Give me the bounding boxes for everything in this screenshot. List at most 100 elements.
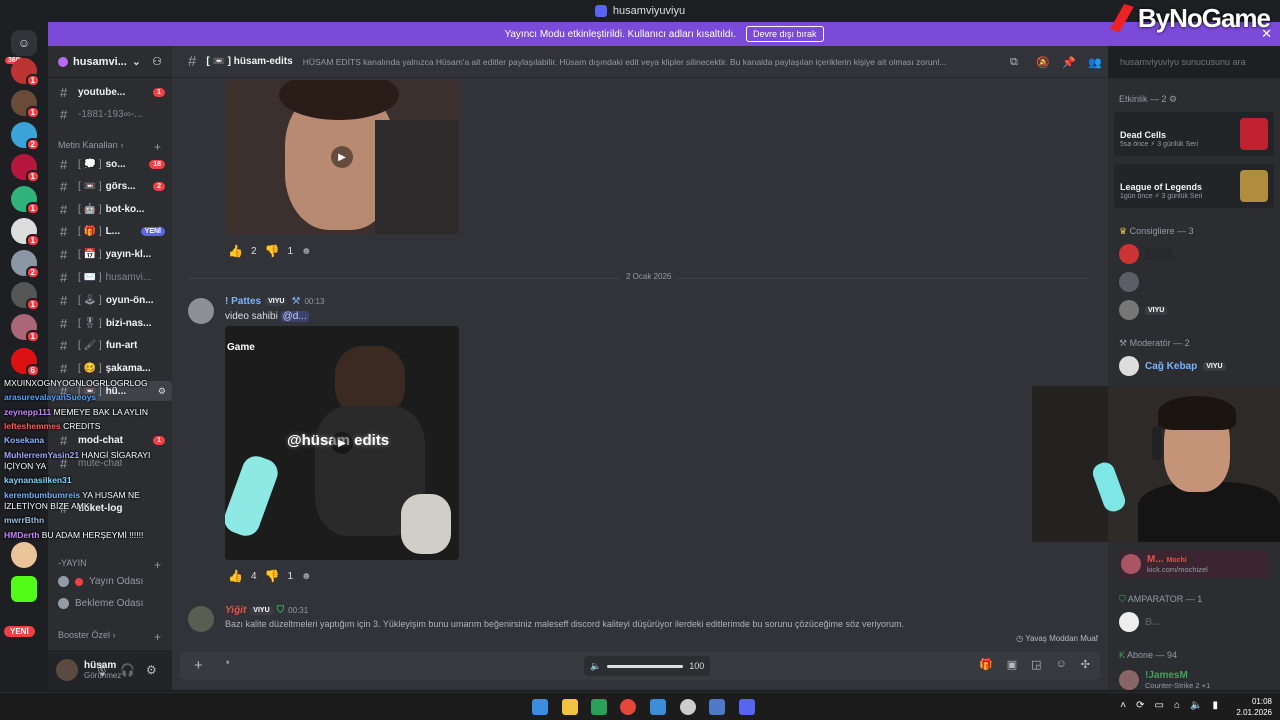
bynogame-logo-icon bbox=[1109, 4, 1134, 32]
channel-item[interactable]: #[ ✉️ ] husamvi... bbox=[48, 267, 172, 287]
message-input[interactable]: * bbox=[226, 659, 230, 669]
server-icon[interactable]: 1 bbox=[11, 282, 40, 311]
sync-icon[interactable]: ⟳ bbox=[1136, 700, 1144, 711]
member-item[interactable]: Cağ Kebap VIYU bbox=[1119, 352, 1269, 380]
member-item[interactable]: VIYU bbox=[1119, 296, 1269, 324]
channel-item[interactable]: #[ 🕹 ] oyun-ön... bbox=[48, 290, 172, 310]
gif-icon[interactable]: ▣ bbox=[1007, 658, 1017, 671]
thumbs-down-reaction[interactable]: 👎 bbox=[265, 244, 280, 258]
server-header[interactable]: husamvi... ⌄ ⚇ bbox=[48, 46, 172, 78]
channel-title: [ 📼 ] hüsam-edits bbox=[206, 56, 293, 67]
server-icon[interactable]: 1 bbox=[11, 314, 40, 343]
channel-item[interactable]: #[ 🎁 ] L... YENİ bbox=[48, 221, 172, 241]
member-item[interactable]: B... bbox=[1119, 608, 1269, 636]
obs-icon[interactable] bbox=[680, 699, 696, 715]
server-icon[interactable]: 1 bbox=[11, 218, 40, 247]
add-attachment-icon[interactable]: + bbox=[194, 657, 203, 674]
avatar[interactable] bbox=[56, 659, 78, 681]
battery-icon[interactable]: ▮ bbox=[1212, 700, 1218, 711]
category-booster[interactable]: Booster Özel › + bbox=[58, 630, 161, 644]
channel-item[interactable]: #[ 📅 ] yayın-kl... bbox=[48, 244, 172, 264]
activity-card[interactable]: Dead Cells 5sa önce ⚡ 3 günlük Seri bbox=[1114, 112, 1274, 156]
discord-taskbar-icon[interactable] bbox=[739, 699, 755, 715]
category-yayin[interactable]: -YAYIN + bbox=[58, 558, 161, 572]
channel-item[interactable]: #[ 🎖 ] bizi-nas... bbox=[48, 313, 172, 333]
server-icon[interactable] bbox=[11, 542, 37, 568]
user-mention[interactable]: @d... bbox=[280, 311, 309, 322]
sticker-icon[interactable]: ◲ bbox=[1031, 658, 1041, 671]
pin-icon[interactable]: 📌 bbox=[1062, 56, 1076, 69]
channel-item[interactable]: #[ 🥴 ] şakama... bbox=[48, 358, 172, 378]
server-icon[interactable]: 2 bbox=[11, 122, 40, 151]
server-icon[interactable]: 1 bbox=[11, 186, 40, 215]
thumbs-down-reaction[interactable]: 👎 bbox=[265, 569, 280, 583]
microphone-icon[interactable]: 🎙 bbox=[94, 663, 109, 677]
volume-control[interactable]: 🔈 100 bbox=[584, 656, 710, 676]
add-member-icon[interactable]: ⚇ bbox=[152, 55, 162, 68]
server-icon[interactable]: 6 bbox=[11, 348, 40, 377]
channel-topic[interactable]: HÜSAM EDİTS kanalında yalnızca Hüsam'a a… bbox=[303, 57, 993, 67]
search-input[interactable] bbox=[1114, 52, 1276, 72]
category-text-channels[interactable]: Metin Kanalları › + bbox=[58, 140, 161, 154]
video-attachment[interactable]: ▶ bbox=[225, 80, 459, 234]
server-icon[interactable]: 1 bbox=[11, 90, 40, 119]
network-icon[interactable]: ⌂ bbox=[1174, 700, 1180, 711]
add-reaction-icon[interactable]: ☻ bbox=[301, 571, 312, 582]
member-item[interactable] bbox=[1119, 268, 1269, 296]
channel-item[interactable]: #[ 📼 ] görs... 2 bbox=[48, 176, 172, 196]
message-author[interactable]: ! Pattes VIYU ⚒ 00:13 bbox=[225, 296, 324, 307]
volume-icon[interactable]: 🔈 bbox=[1190, 700, 1202, 711]
windows-start-icon[interactable] bbox=[532, 699, 548, 715]
avatar[interactable] bbox=[188, 298, 214, 324]
play-icon[interactable]: ▶ bbox=[331, 146, 353, 168]
chrome-icon[interactable] bbox=[620, 699, 636, 715]
clock[interactable]: 01:08 2.01.2026 bbox=[1236, 696, 1272, 718]
member-item[interactable]: !JamesM Counter-Strike 2 +1 bbox=[1119, 666, 1269, 694]
server-icon[interactable]: 2 bbox=[11, 250, 40, 279]
voice-channel[interactable]: Bekleme Odası bbox=[58, 598, 143, 609]
app-icon[interactable] bbox=[591, 699, 607, 715]
add-channel-icon[interactable]: + bbox=[154, 558, 161, 572]
member-item[interactable]: ▒▒▒▒ bbox=[1119, 240, 1269, 268]
direct-messages-button[interactable]: ☺ 360 bbox=[5, 30, 37, 64]
emoji-icon[interactable]: ☺ bbox=[1056, 658, 1067, 671]
message-composer[interactable]: + * 🔈 100 🎁 ▣ ◲ ☺ ✣ bbox=[180, 652, 1100, 680]
play-icon[interactable]: ▶ bbox=[331, 432, 353, 454]
channel-item[interactable]: #[ 💭 ] so... 18 bbox=[48, 154, 172, 174]
kick-server-icon[interactable] bbox=[11, 576, 37, 602]
voice-channel[interactable]: Yayın Odası bbox=[58, 576, 143, 587]
member-item[interactable]: M... Mochi kick.com/mochizel bbox=[1119, 550, 1269, 578]
steam-icon[interactable] bbox=[709, 699, 725, 715]
photos-icon[interactable] bbox=[650, 699, 666, 715]
channel-item[interactable]: #[ 🤖 ] bot-ko... bbox=[48, 199, 172, 219]
gift-icon[interactable]: 🎁 bbox=[979, 658, 993, 671]
activity-card[interactable]: League of Legends 1gün önce ⚡ 3 günlük S… bbox=[1114, 164, 1274, 208]
thumbs-up-reaction[interactable]: 👍 bbox=[228, 569, 243, 583]
channel-item[interactable]: # -1881-193∞-... bbox=[48, 104, 172, 124]
display-icon[interactable]: ▭ bbox=[1155, 700, 1164, 711]
channel-item[interactable]: # youtube... 1 bbox=[48, 82, 172, 102]
add-reaction-icon[interactable]: ☻ bbox=[301, 246, 312, 257]
avatar[interactable] bbox=[188, 606, 214, 632]
server-icon[interactable]: 1 bbox=[11, 58, 40, 87]
channel-header: # [ 📼 ] hüsam-edits HÜSAM EDİTS kanalınd… bbox=[172, 46, 1108, 78]
add-channel-icon[interactable]: + bbox=[154, 140, 161, 154]
thumbs-up-reaction[interactable]: 👍 bbox=[228, 244, 243, 258]
gear-icon[interactable]: ⚙ bbox=[146, 663, 157, 677]
channel-item[interactable]: #[ 🖌 ] fun-art bbox=[48, 335, 172, 355]
server-icon[interactable]: 1 bbox=[11, 154, 40, 183]
video-attachment[interactable]: Game @hüsam edits ▶ bbox=[225, 326, 459, 560]
threads-icon[interactable]: ⧉ bbox=[1010, 56, 1018, 69]
add-channel-icon[interactable]: + bbox=[154, 630, 161, 644]
headphones-icon[interactable]: 🎧 bbox=[120, 663, 135, 677]
file-explorer-icon[interactable] bbox=[562, 699, 578, 715]
message-author[interactable]: Yiğit VIYU ⛉ 00:31 bbox=[225, 605, 308, 616]
apps-icon[interactable]: ✣ bbox=[1081, 658, 1090, 671]
game-icon bbox=[1240, 170, 1268, 202]
disable-streamer-mode-button[interactable]: Devre dışı bırak bbox=[746, 26, 824, 42]
chevron-up-icon[interactable]: ˄ bbox=[1120, 700, 1126, 711]
bell-muted-icon[interactable]: 🔕 bbox=[1036, 56, 1050, 69]
volume-slider[interactable] bbox=[607, 664, 684, 668]
server-avatar-icon bbox=[58, 56, 68, 67]
members-icon[interactable]: 👥 bbox=[1088, 56, 1102, 69]
